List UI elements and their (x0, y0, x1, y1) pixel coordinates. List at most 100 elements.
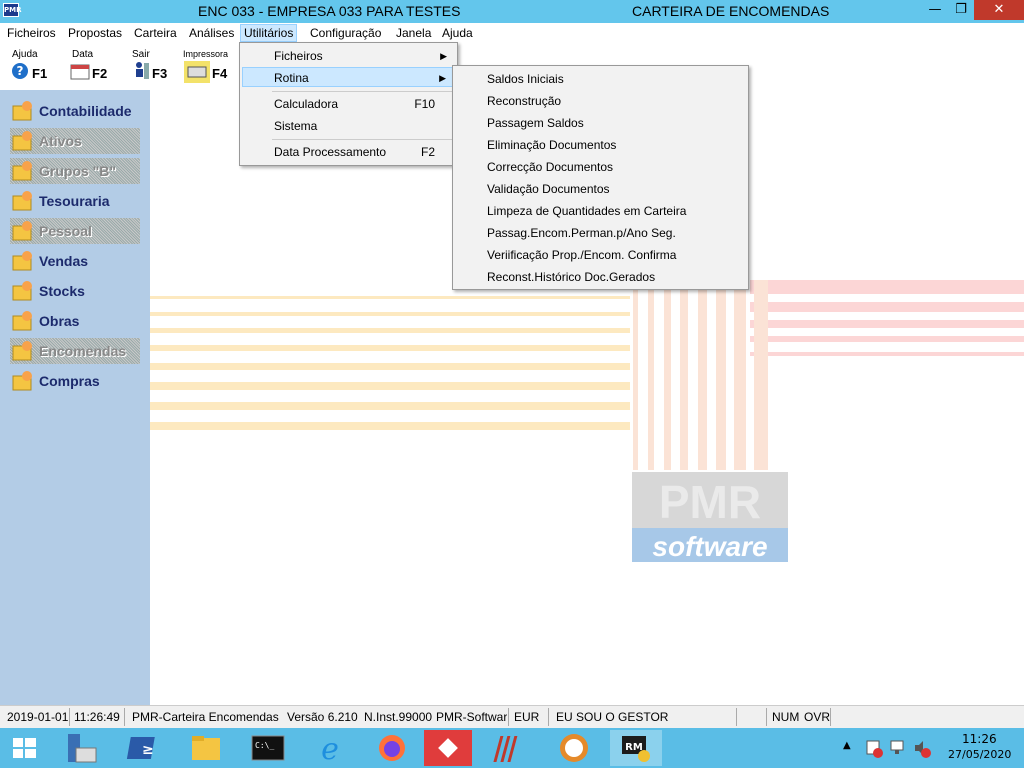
close-button[interactable]: ✕ (974, 0, 1024, 20)
tray-network-icon[interactable] (888, 738, 908, 758)
menu-item-ficheiros[interactable]: Ficheiros ▶ (242, 46, 455, 66)
server-manager-icon (68, 734, 97, 763)
app-icon[interactable]: PMR (3, 3, 22, 17)
folder-module-icon (12, 131, 32, 151)
rotina-item-9[interactable]: Reconst.Histórico Doc.Gerados (487, 266, 655, 288)
taskbar-pmr-app[interactable]: RM (610, 730, 662, 766)
taskbar-firefox[interactable] (368, 730, 416, 766)
taskbar-file-explorer[interactable] (182, 730, 230, 766)
rotina-item-4[interactable]: Correcção Documentos (487, 156, 613, 178)
svg-text:C:\_: C:\_ (255, 741, 274, 750)
rotina-item-1[interactable]: Reconstrução (487, 90, 561, 112)
status-ovr: OVR (804, 710, 831, 724)
menu-item-data-processamento[interactable]: Data Processamento F2 (242, 142, 455, 162)
start-button[interactable] (0, 730, 48, 766)
calendar-icon (70, 64, 90, 80)
menu-configuracao[interactable]: Configuração (307, 25, 384, 41)
printer-tool-button[interactable]: Impressora F4 (180, 47, 236, 87)
taskbar-cmd[interactable]: C:\_ (244, 730, 292, 766)
rotina-item-3[interactable]: Eliminação Documentos (487, 134, 616, 156)
sidebar-module-label: Contabilidade (39, 103, 132, 119)
tray-action-center-icon[interactable] (864, 738, 884, 758)
sidebar-module-9[interactable]: Compras (10, 368, 140, 394)
minimize-button[interactable]: — (922, 0, 948, 20)
module-title: CARTEIRA DE ENCOMENDAS (632, 3, 830, 19)
menu-item-sistema[interactable]: Sistema (242, 116, 455, 136)
status-separator (830, 708, 831, 726)
status-company: PMR-Softwar (436, 710, 507, 724)
sidebar-module-label: Grupos "B" (39, 163, 117, 179)
status-bar: 2019-01-01 11:26:49 PMR-Carteira Encomen… (0, 705, 1024, 728)
menu-ficheiros[interactable]: Ficheiros (4, 25, 59, 41)
taskbar-app-stripes[interactable] (488, 730, 536, 766)
tool-key: F3 (152, 66, 168, 81)
logo-software-text: software (652, 531, 767, 562)
taskbar: ≥ C:\_ e RM ▲ 11:26 27/05/2020 (0, 728, 1024, 768)
date-tool-button[interactable]: Data F2 (64, 47, 114, 87)
status-time: 11:26:49 (74, 710, 120, 724)
svg-text:?: ? (17, 64, 24, 78)
menu-item-rotina[interactable]: Rotina ▶ (242, 67, 455, 87)
folder-module-icon (12, 101, 32, 121)
rotina-item-7[interactable]: Passag.Encom.Perman.p/Ano Seg. (487, 222, 676, 244)
status-separator (508, 708, 509, 726)
sidebar-module-2: Grupos "B" (10, 158, 140, 184)
menu-utilitarios[interactable]: Utilitários (240, 24, 298, 42)
tool-key: F2 (92, 66, 108, 81)
taskbar-anydesk[interactable] (424, 730, 472, 766)
folder-module-icon (12, 281, 32, 301)
menu-janela[interactable]: Janela (393, 25, 434, 41)
sidebar-module-label: Vendas (39, 253, 89, 269)
status-separator (736, 708, 737, 726)
rotina-item-8[interactable]: Veriificação Prop./Encom. Confirma (487, 244, 676, 266)
folder-icon (192, 736, 220, 760)
status-currency: EUR (514, 710, 540, 724)
tray-volume-icon[interactable] (912, 738, 932, 758)
taskbar-app-compass[interactable] (550, 730, 598, 766)
rotina-item-0[interactable]: Saldos Iniciais (487, 68, 564, 90)
help-tool-button[interactable]: Ajuda ? F1 (4, 47, 54, 87)
tray-expand-icon[interactable]: ▲ (843, 740, 851, 751)
taskbar-powershell[interactable]: ≥ (120, 730, 168, 766)
status-separator (69, 708, 70, 726)
menu-item-calculadora[interactable]: Calculadora F10 (242, 94, 455, 114)
svg-text:≥: ≥ (142, 742, 154, 758)
restore-button[interactable]: ❐ (948, 0, 974, 20)
exit-person-icon (136, 62, 149, 79)
taskbar-internet-explorer[interactable]: e (306, 730, 354, 767)
menu-propostas[interactable]: Propostas (65, 25, 125, 41)
rotina-item-6[interactable]: Limpeza de Quantidades em Carteira (487, 200, 686, 222)
tool-key: F4 (212, 66, 228, 81)
status-separator (124, 708, 125, 726)
sidebar-module-3[interactable]: Tesouraria (10, 188, 140, 214)
sidebar-module-1: Ativos (10, 128, 140, 154)
menu-analises[interactable]: Análises (186, 25, 237, 41)
anydesk-icon (438, 738, 458, 758)
sidebar-module-5[interactable]: Vendas (10, 248, 140, 274)
tool-key: F1 (32, 66, 48, 81)
clock-time[interactable]: 11:26 (962, 732, 997, 746)
menu-carteira[interactable]: Carteira (131, 25, 180, 41)
clock-date[interactable]: 27/05/2020 (948, 748, 1011, 761)
utilitarios-menu: Ficheiros ▶ Rotina ▶ Calculadora F10 Sis… (239, 42, 458, 166)
rotina-item-2[interactable]: Passagem Saldos (487, 112, 584, 134)
menu-ajuda[interactable]: Ajuda (439, 25, 476, 41)
taskbar-server-manager[interactable] (58, 730, 106, 766)
tool-label: Ajuda (12, 49, 38, 60)
title-bar: PMR ENC 033 - EMPRESA 033 PARA TESTES CA… (0, 0, 1024, 23)
rotina-item-5[interactable]: Validação Documentos (487, 178, 610, 200)
firefox-icon (379, 735, 405, 761)
logo-pmr-text: PMR (659, 476, 761, 528)
tool-label: Impressora (183, 49, 229, 59)
sidebar-module-7[interactable]: Obras (10, 308, 140, 334)
menu-separator (272, 139, 455, 140)
status-module: PMR-Carteira Encomendas (132, 710, 279, 724)
rotina-submenu: Saldos Iniciais Reconstrução Passagem Sald… (452, 65, 749, 290)
sidebar-module-0[interactable]: Contabilidade (10, 98, 140, 124)
folder-module-icon (12, 221, 32, 241)
exit-tool-button[interactable]: Sair F3 (124, 47, 174, 87)
command-prompt-icon: C:\_ (251, 735, 285, 761)
tool-label: Sair (132, 49, 150, 60)
sidebar-module-6[interactable]: Stocks (10, 278, 140, 304)
status-version: Versão 6.210 (287, 710, 358, 724)
